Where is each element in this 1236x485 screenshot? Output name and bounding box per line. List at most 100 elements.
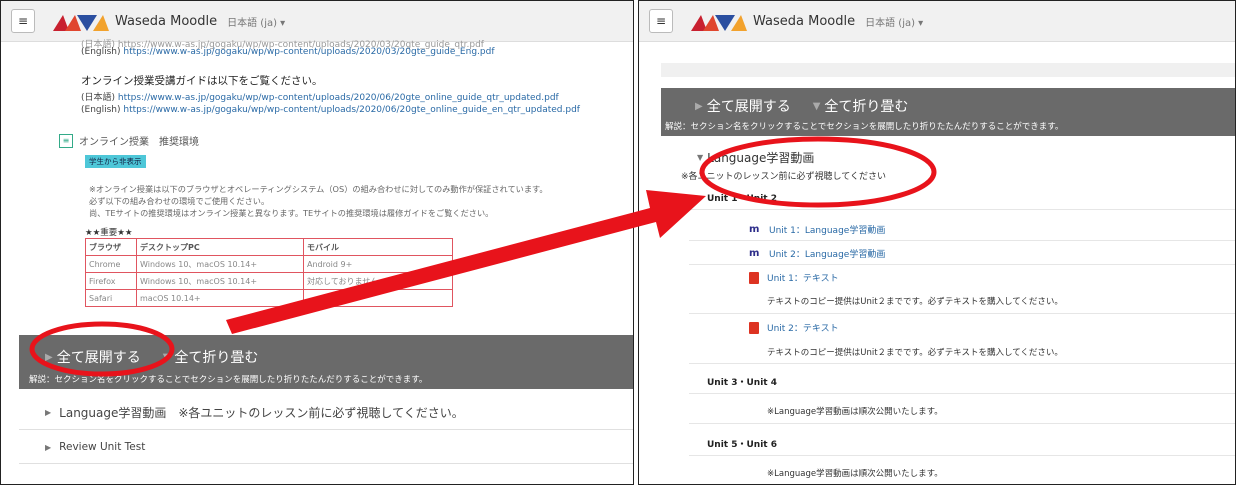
table-cell: 対応しておりません [303,272,453,290]
activity-video-unit2[interactable]: m Unit 2：Language学習動画 [749,247,885,260]
caret-right-icon: ▶ [45,351,53,363]
section-language-video[interactable]: ▼ Language学習動画 [697,149,814,166]
moodle-header: ≡ Waseda Moodle 日本語 (ja) ▾ [1,1,633,42]
pdf-icon [749,321,759,334]
waseda-logo [691,15,747,31]
activity-link[interactable]: Unit 1：テキスト [767,271,839,284]
env-note-3: 尚、TEサイトの推奨環境はオンライン授業と異なります。TEサイトの推奨環境は履修… [89,208,494,218]
table-cell: Safari [85,289,137,307]
blank-block [661,63,1235,77]
divider [689,264,1235,265]
hamburger-icon: ≡ [17,14,29,28]
menu-toggle-button[interactable]: ≡ [649,9,673,33]
left-screenshot-panel: ≡ Waseda Moodle 日本語 (ja) ▾ (日本語) https:/… [0,0,634,485]
table-cell: Windows 10、macOS 10.14+ [136,255,304,273]
release-note: ※Language学習動画は順次公開いたします。 [767,469,943,479]
table-cell: Firefox [85,272,137,290]
section-review-test[interactable]: ▶ Review Unit Test [45,441,145,453]
env-title: オンライン授業 推奨環境 [79,137,199,148]
table-header-cell: ブラウザ [85,238,137,256]
caret-down-icon: ▼ [812,100,821,112]
waseda-logo [53,15,109,31]
online-guide-en-line: (English) https://www.w-as.jp/gogaku/wp/… [81,105,580,115]
collapse-explanation: 解説：セクション名をクリックすることでセクションを展開したり折りたたんだりするこ… [665,122,1064,132]
activity-video-unit1[interactable]: m Unit 1：Language学習動画 [749,223,885,236]
collapse-all-link[interactable]: 全て折り畳む [824,96,908,116]
env-note-2: 必ず以下の組み合わせの環境でご使用ください。 [89,196,270,206]
section-title: Language学習動画 [707,151,815,165]
section-title: Review Unit Test [59,441,146,453]
language-menu[interactable]: 日本語 (ja) ▾ [865,14,923,29]
important-label: ★★重要★★ [85,228,133,238]
activity-text-unit2[interactable]: Unit 2：テキスト [749,321,839,334]
video-activity-icon: m [749,247,760,259]
online-guide-heading: オンライン授業受講ガイドは以下をご覧ください。 [81,75,323,87]
section-caret-down-icon: ▼ [697,153,704,162]
guide-en-link[interactable]: https://www.w-as.jp/gogaku/wp/wp-content… [123,47,494,57]
table-row: Safari macOS 10.14+ [85,289,453,307]
env-page-item[interactable]: ≡ オンライン授業 推奨環境 [59,133,199,148]
section-summary: ※各ユニットのレッスン前に必ず視聴してください [681,172,887,182]
online-ja-link[interactable]: https://www.w-as.jp/gogaku/wp/wp-content… [118,93,559,103]
divider [689,393,1235,394]
online-en-label: (English) [81,105,121,115]
site-name[interactable]: Waseda Moodle [753,14,855,29]
table-cell: macOS 10.14+ [136,289,304,307]
right-screenshot-panel: ≡ Waseda Moodle 日本語 (ja) ▾ ▶ 全て展開する ▼ 全て… [638,0,1236,485]
hamburger-icon: ≡ [655,14,667,28]
page-icon: ≡ [59,133,73,148]
divider [689,363,1235,364]
caret-down-icon: ▼ [162,351,171,363]
online-ja-label: (日本語) [81,93,116,103]
collapse-all-link[interactable]: 全て折り畳む [174,347,258,367]
site-name[interactable]: Waseda Moodle [115,14,217,29]
section-language-video[interactable]: ▶ Language学習動画 ※各ユニットのレッスン前に必ず視聴してください。 [45,404,464,421]
table-cell: Windows 10、macOS 10.14+ [136,272,304,290]
table-header-cell: モバイル [303,238,453,256]
activity-link[interactable]: Unit 2：Language学習動画 [769,247,885,260]
unit-heading-1-2: Unit 1・Unit 2 [707,194,777,204]
table-cell: Chrome [85,255,137,273]
unit-heading-3-4: Unit 3・Unit 4 [707,378,777,388]
caret-right-icon: ▶ [695,100,703,112]
guide-en-label: (English) [81,47,121,57]
text-copy-note: テキストのコピー提供はUnit２までです。必ずテキストを購入してください。 [767,348,1063,358]
unit-heading-5-6: Unit 5・Unit 6 [707,440,777,450]
activity-text-unit1[interactable]: Unit 1：テキスト [749,271,839,284]
menu-toggle-button[interactable]: ≡ [11,9,35,33]
divider [689,313,1235,314]
divider [689,240,1235,241]
section-caret-icon: ▶ [45,408,52,417]
guide-en-line: (English) https://www.w-as.jp/gogaku/wp/… [81,47,495,57]
hidden-from-students-badge: 学生から非表示 [85,155,146,168]
table-cell: Android 9+ [303,255,453,273]
table-header-row: ブラウザ デスクトップPC モバイル [85,238,453,256]
table-row: Firefox Windows 10、macOS 10.14+ 対応しておりませ… [85,272,453,290]
online-en-link[interactable]: https://www.w-as.jp/gogaku/wp/wp-content… [123,105,580,115]
section-caret-icon: ▶ [45,442,52,452]
moodle-header: ≡ Waseda Moodle 日本語 (ja) ▾ [639,1,1235,42]
activity-link[interactable]: Unit 1：Language学習動画 [769,223,885,236]
expand-collapse-controls: ▶ 全て展開する ▼ 全て折り畳む [45,347,258,367]
expand-all-link[interactable]: 全て展開する [707,96,791,116]
text-copy-note: テキストのコピー提供はUnit２までです。必ずテキストを購入してください。 [767,297,1063,307]
video-activity-icon: m [749,223,760,235]
language-menu[interactable]: 日本語 (ja) ▾ [227,14,285,29]
divider [689,455,1235,456]
expand-collapse-controls: ▶ 全て展開する ▼ 全て折り畳む [695,96,908,116]
browser-table: ブラウザ デスクトップPC モバイル Chrome Windows 10、mac… [85,238,453,307]
divider [689,423,1235,424]
expand-all-link[interactable]: 全て展開する [57,347,141,367]
divider [19,463,633,464]
table-cell [303,289,453,307]
divider [689,209,1235,210]
env-note-1: ※オンライン授業は以下のブラウザとオペレーティングシステム（OS）の組み合わせに… [89,184,548,194]
release-note: ※Language学習動画は順次公開いたします。 [767,407,943,417]
table-header-cell: デスクトップPC [136,238,304,256]
section-title: Language学習動画 ※各ユニットのレッスン前に必ず視聴してください。 [59,406,464,420]
collapse-explanation: 解説：セクション名をクリックすることでセクションを展開したり折りたたんだりするこ… [29,375,428,385]
table-row: Chrome Windows 10、macOS 10.14+ Android 9… [85,255,453,273]
divider [19,429,633,430]
online-guide-ja-line: (日本語) https://www.w-as.jp/gogaku/wp/wp-c… [81,90,559,103]
activity-link[interactable]: Unit 2：テキスト [767,321,839,334]
